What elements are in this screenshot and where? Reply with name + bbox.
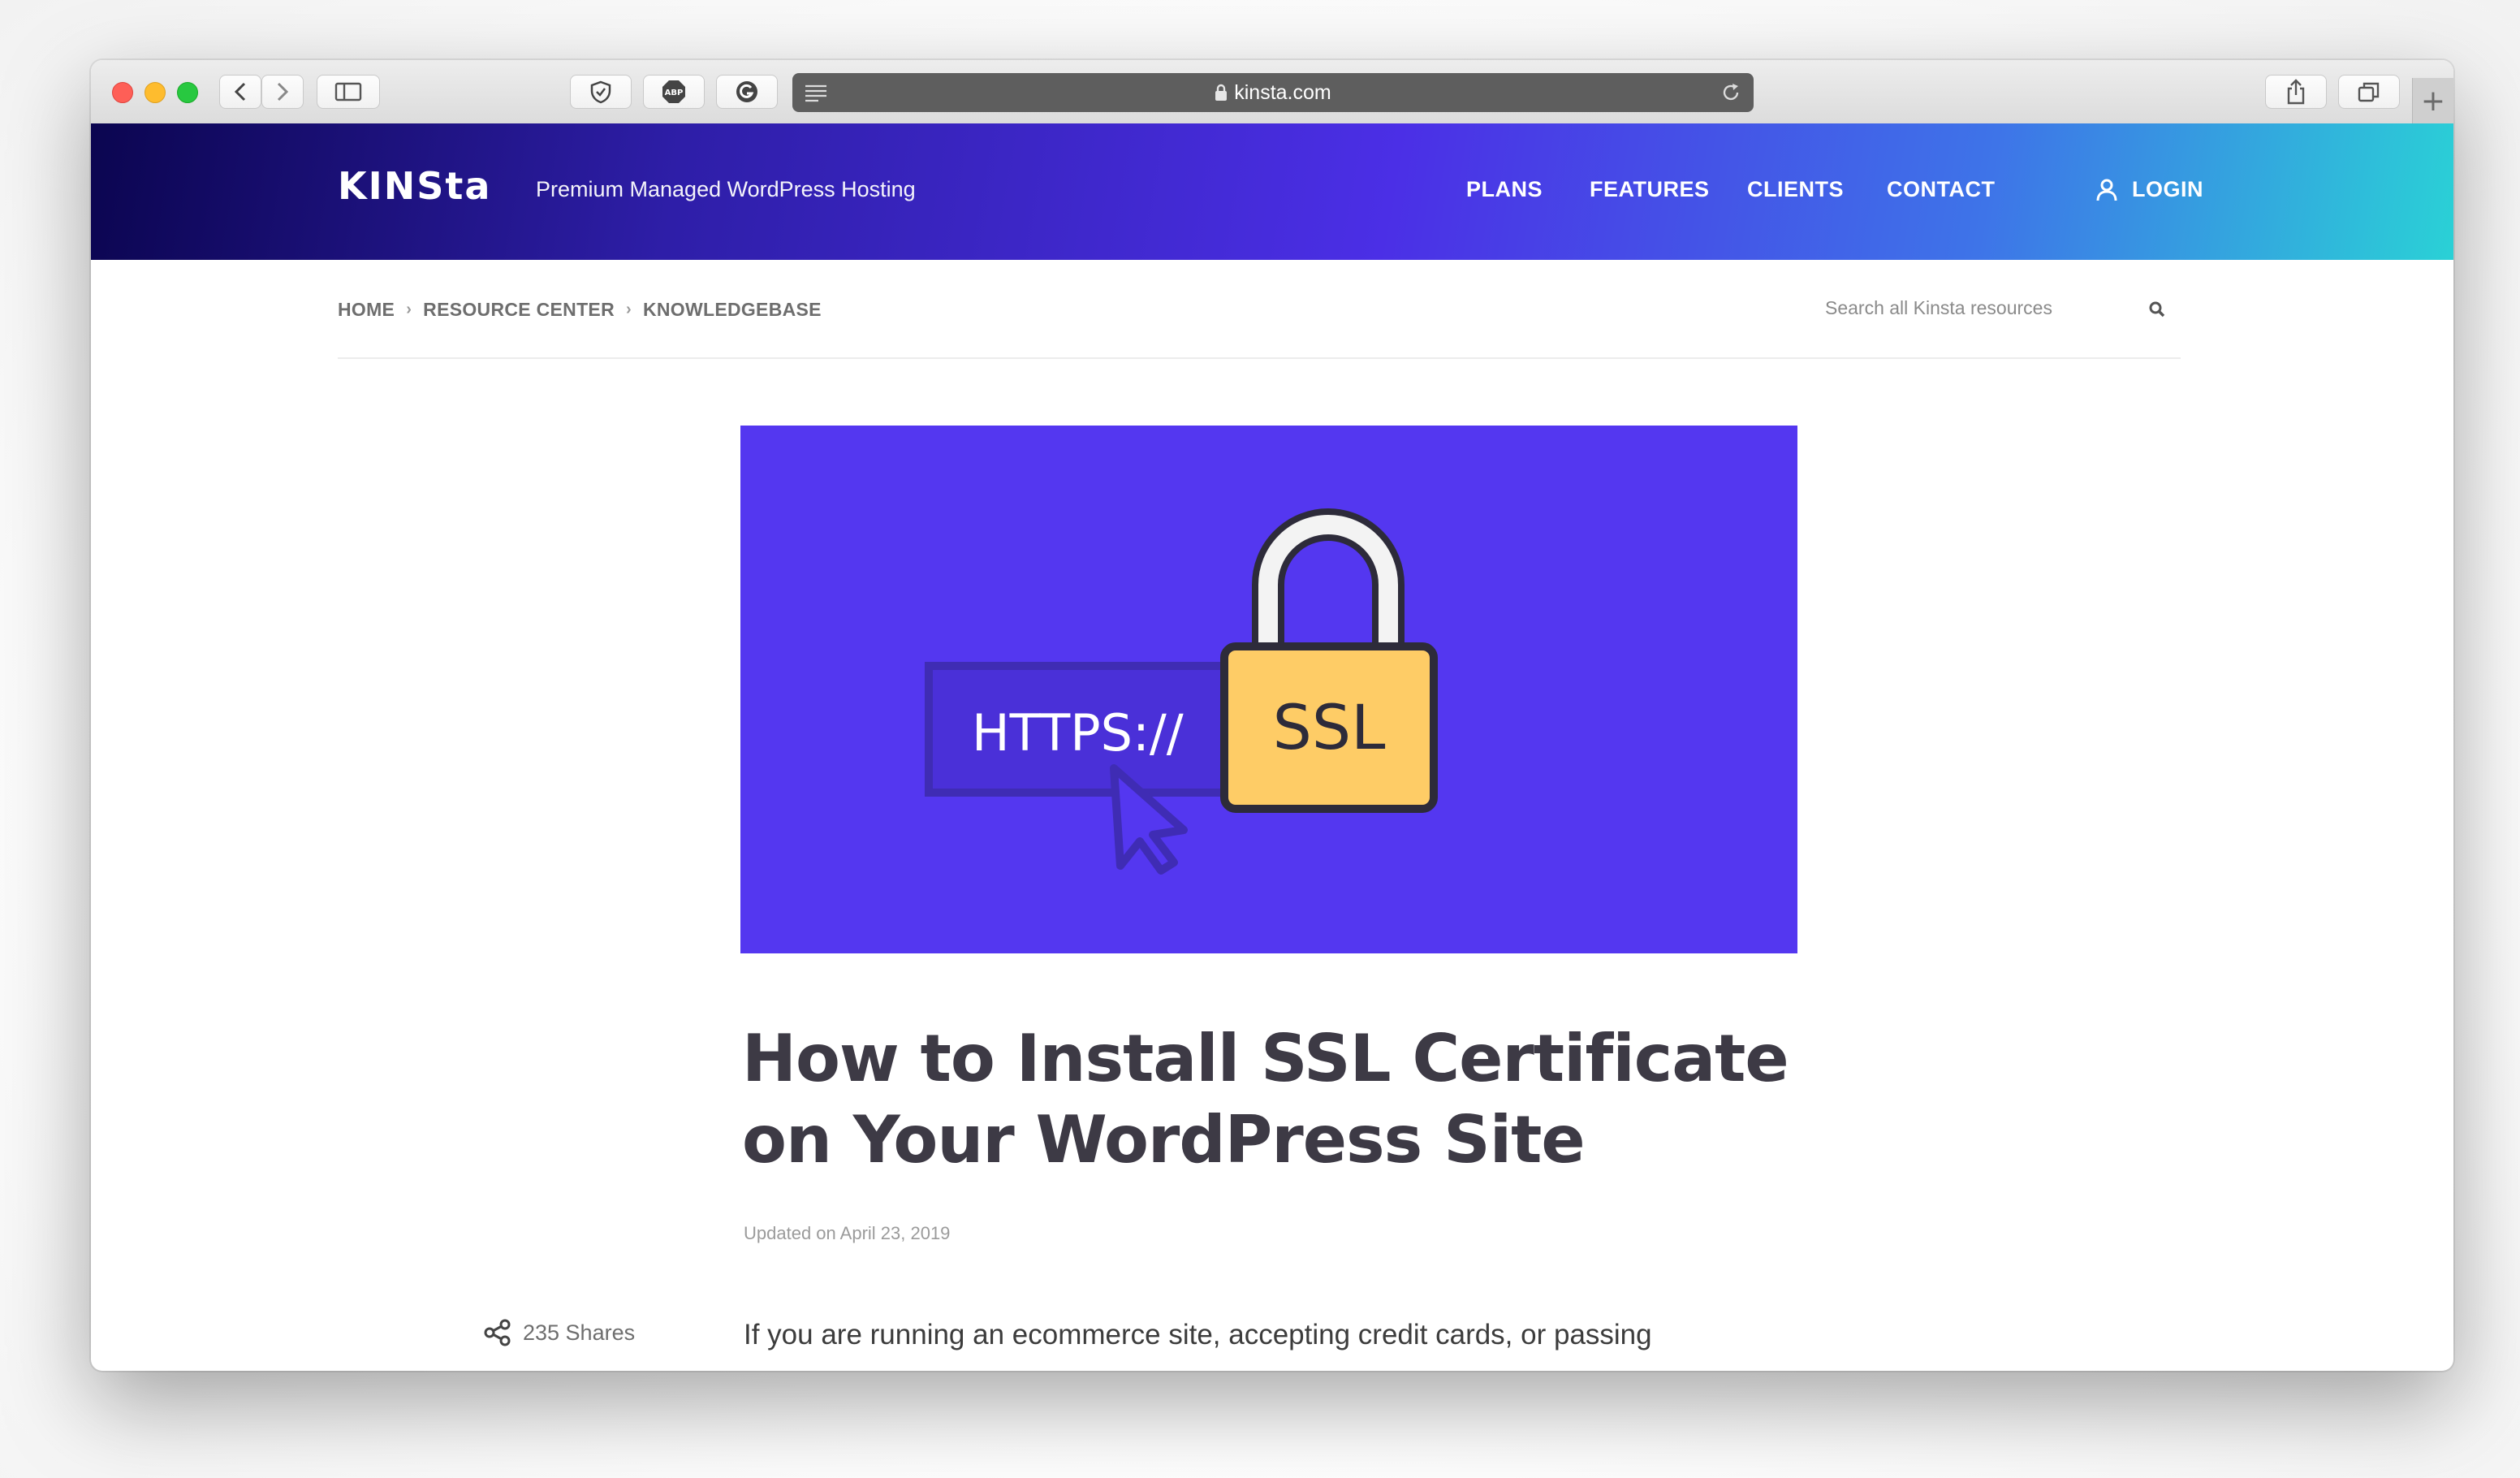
close-window-button[interactable] bbox=[112, 82, 133, 103]
lock-icon bbox=[1215, 84, 1228, 101]
plus-icon: + bbox=[2420, 84, 2446, 118]
new-tab-button[interactable]: + bbox=[2412, 78, 2453, 123]
site-header: KINSta Premium Managed WordPress Hosting… bbox=[91, 123, 2453, 260]
kinsta-logo[interactable]: KINSta bbox=[338, 164, 491, 208]
breadcrumb-knowledgebase[interactable]: KNOWLEDGEBASE bbox=[643, 299, 822, 321]
breadcrumb-separator: › bbox=[625, 300, 632, 318]
grammarly-icon bbox=[736, 81, 757, 102]
nav-features[interactable]: FEATURES bbox=[1590, 177, 1710, 202]
breadcrumb-home[interactable]: HOME bbox=[338, 299, 395, 321]
sidebar-toggle-button[interactable] bbox=[317, 75, 380, 109]
share-button[interactable] bbox=[2265, 75, 2327, 109]
grammarly-extension-button[interactable] bbox=[716, 75, 778, 109]
url-text: kinsta.com bbox=[1234, 80, 1331, 104]
reload-icon[interactable] bbox=[1720, 81, 1742, 104]
user-icon bbox=[2096, 179, 2117, 201]
share-count-label: 235 Shares bbox=[523, 1320, 636, 1345]
chevron-right-icon bbox=[277, 82, 289, 102]
breadcrumb-divider bbox=[338, 357, 2181, 359]
reader-mode-icon[interactable] bbox=[804, 83, 828, 102]
adblock-extension-button[interactable]: ABP bbox=[643, 75, 705, 109]
zoom-window-button[interactable] bbox=[177, 82, 198, 103]
article-title: How to Install SSL Certificate on Your W… bbox=[742, 1021, 1789, 1178]
search-icon[interactable] bbox=[2148, 300, 2166, 318]
breadcrumb: HOME › RESOURCE CENTER › KNOWLEDGEBASE bbox=[338, 299, 822, 321]
ssl-illustration: HTTPS:// SSL bbox=[925, 508, 1438, 875]
https-text: HTTPS:// bbox=[972, 703, 1184, 763]
lock-shackle bbox=[1258, 515, 1398, 659]
forward-button[interactable] bbox=[261, 75, 304, 109]
share-count[interactable]: 235 Shares bbox=[484, 1319, 635, 1346]
chevron-left-icon bbox=[234, 82, 246, 102]
adblock-icon: ABP bbox=[662, 80, 685, 103]
ssl-text: SSL bbox=[1273, 691, 1386, 763]
tabs-overview-button[interactable] bbox=[2338, 75, 2400, 109]
back-button[interactable] bbox=[219, 75, 261, 109]
updated-date: Updated on April 23, 2019 bbox=[744, 1223, 951, 1243]
search-input[interactable]: Search all Kinsta resources bbox=[1825, 297, 2052, 319]
address-bar[interactable]: kinsta.com bbox=[792, 73, 1754, 112]
login-label: LOGIN bbox=[2132, 177, 2203, 201]
hero-image: HTTPS:// SSL bbox=[740, 426, 1797, 953]
svg-text:ABP: ABP bbox=[665, 89, 684, 97]
minimize-window-button[interactable] bbox=[145, 82, 166, 103]
site-tagline: Premium Managed WordPress Hosting bbox=[536, 177, 916, 201]
shield-icon bbox=[590, 80, 611, 104]
browser-window: ABP kinsta.com + KINSta Premium Managed … bbox=[91, 60, 2453, 1371]
browser-toolbar: ABP kinsta.com + bbox=[91, 60, 2453, 125]
nav-contact[interactable]: CONTACT bbox=[1887, 177, 1995, 202]
privacy-extension-button[interactable] bbox=[570, 75, 632, 109]
tabs-icon bbox=[2358, 82, 2380, 102]
sidebar-icon bbox=[334, 82, 362, 102]
article-intro: If you are running an ecommerce site, ac… bbox=[744, 1319, 1652, 1351]
nav-login[interactable]: LOGIN bbox=[2096, 177, 2203, 202]
nav-plans[interactable]: PLANS bbox=[1466, 177, 1543, 202]
share-icon bbox=[2287, 79, 2305, 105]
breadcrumb-separator: › bbox=[406, 300, 412, 318]
breadcrumb-resource-center[interactable]: RESOURCE CENTER bbox=[423, 299, 615, 321]
nav-clients[interactable]: CLIENTS bbox=[1747, 177, 1844, 202]
share-nodes-icon bbox=[484, 1319, 511, 1346]
